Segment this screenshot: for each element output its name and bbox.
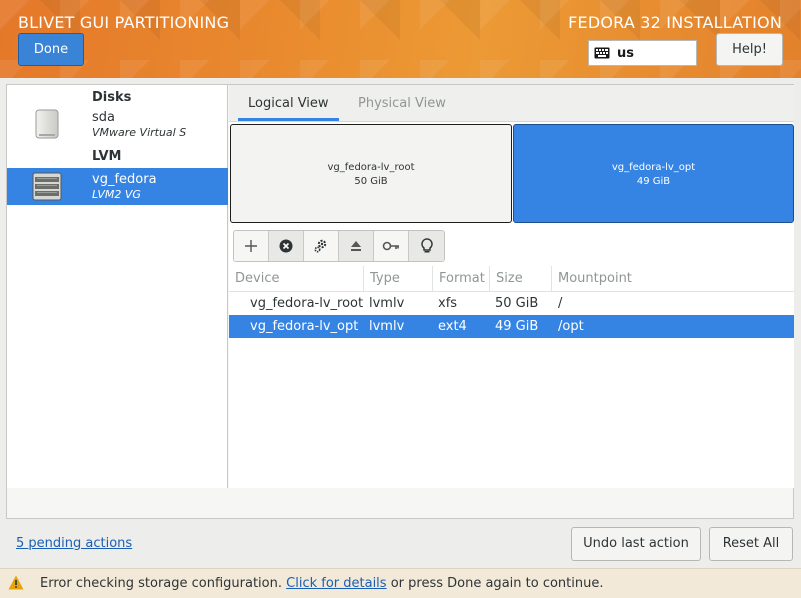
device-detail-pane: Logical View Physical View vg_fedora-lv_… <box>229 85 794 488</box>
column-header-format[interactable]: Format <box>433 266 490 291</box>
main-panel: Disks sda VMware Virtual S LVM vg_fedora <box>6 84 794 519</box>
device-table: Device Type Format Size Mountpoint vg_fe… <box>229 266 794 338</box>
column-header-size[interactable]: Size <box>490 266 552 291</box>
lv-block-name: vg_fedora-lv_opt <box>611 162 696 173</box>
add-icon <box>245 240 257 252</box>
vg-description: LVM2 VG <box>92 188 141 201</box>
column-header-device[interactable]: Device <box>229 266 364 291</box>
add-button[interactable] <box>234 231 269 261</box>
cell-format: xfs <box>438 296 458 311</box>
table-row[interactable]: vg_fedora-lv_root lvmlv xfs 50 GiB / <box>229 292 794 315</box>
reset-all-button[interactable]: Reset All <box>709 527 793 561</box>
undo-last-action-button[interactable]: Undo last action <box>571 527 701 561</box>
error-infobar: Error checking storage configuration. Cl… <box>0 568 801 598</box>
keyboard-icon <box>594 47 610 59</box>
unmount-button[interactable] <box>339 231 374 261</box>
cell-device: vg_fedora-lv_root <box>250 296 364 311</box>
click-for-details-link[interactable]: Click for details <box>286 576 386 591</box>
cell-type: lvmlv <box>369 296 405 311</box>
cell-mountpoint: /opt <box>558 319 584 334</box>
keyboard-layout-label: us <box>617 45 634 61</box>
help-button[interactable]: Help! <box>716 33 783 66</box>
installation-title: FEDORA 32 INSTALLATION <box>568 13 782 32</box>
disk-description: VMware Virtual S <box>92 126 187 139</box>
disks-group-title: Disks <box>92 90 132 105</box>
lv-block-size: 50 GiB <box>354 176 388 187</box>
decrypt-button[interactable] <box>374 231 409 261</box>
volume-group-icon <box>32 172 62 201</box>
delete-icon <box>279 239 293 253</box>
error-message: Error checking storage configuration. Cl… <box>40 576 603 591</box>
delete-button[interactable] <box>269 231 304 261</box>
lv-block-name: vg_fedora-lv_root <box>327 162 415 173</box>
cell-device: vg_fedora-lv_opt <box>250 319 359 334</box>
error-suffix-text: or press Done again to continue. <box>390 576 604 591</box>
info-button[interactable] <box>409 231 444 261</box>
app-title: BLIVET GUI PARTITIONING <box>18 13 230 32</box>
table-row[interactable]: vg_fedora-lv_opt lvmlv ext4 49 GiB /opt <box>229 315 794 338</box>
lv-block-size: 49 GiB <box>636 176 671 187</box>
decrypt-icon <box>382 241 399 251</box>
sidebar-item-vg-fedora[interactable]: vg_fedora LVM2 VG <box>7 168 228 205</box>
edit-icon <box>314 239 327 253</box>
device-sidebar: Disks sda VMware Virtual S LVM vg_fedora <box>7 85 228 488</box>
tab-logical-view[interactable]: Logical View <box>238 85 339 122</box>
lv-block-opt[interactable]: vg_fedora-lv_opt 49 GiB <box>513 124 794 223</box>
keyboard-layout-indicator[interactable]: us <box>588 40 697 66</box>
unmount-icon <box>351 241 361 251</box>
table-header: Device Type Format Size Mountpoint <box>229 266 794 292</box>
sidebar-item-sda[interactable]: sda VMware Virtual S <box>7 106 228 143</box>
header-bar: BLIVET GUI PARTITIONING FEDORA 32 INSTAL… <box>0 0 801 78</box>
cell-size: 49 GiB <box>495 319 539 334</box>
tab-physical-view[interactable]: Physical View <box>358 85 446 122</box>
lightbulb-icon <box>420 238 433 253</box>
done-button[interactable]: Done <box>18 33 84 66</box>
disk-name: sda <box>92 110 115 125</box>
view-tabs: Logical View Physical View <box>229 85 794 122</box>
cell-size: 50 GiB <box>495 296 539 311</box>
error-text: Error checking storage configuration. <box>40 576 282 591</box>
pending-actions-link[interactable]: 5 pending actions <box>16 536 132 551</box>
cell-mountpoint: / <box>558 296 563 311</box>
column-header-mountpoint[interactable]: Mountpoint <box>552 266 794 291</box>
lv-block-root[interactable]: vg_fedora-lv_root 50 GiB <box>230 124 512 223</box>
lvm-group-title: LVM <box>92 149 122 164</box>
column-header-type[interactable]: Type <box>364 266 433 291</box>
cell-type: lvmlv <box>369 319 405 334</box>
warning-icon <box>8 575 24 590</box>
edit-button[interactable] <box>304 231 339 261</box>
action-toolbar <box>233 230 445 262</box>
vg-name: vg_fedora <box>92 172 157 187</box>
hard-disk-icon <box>35 109 59 139</box>
cell-format: ext4 <box>438 319 467 334</box>
